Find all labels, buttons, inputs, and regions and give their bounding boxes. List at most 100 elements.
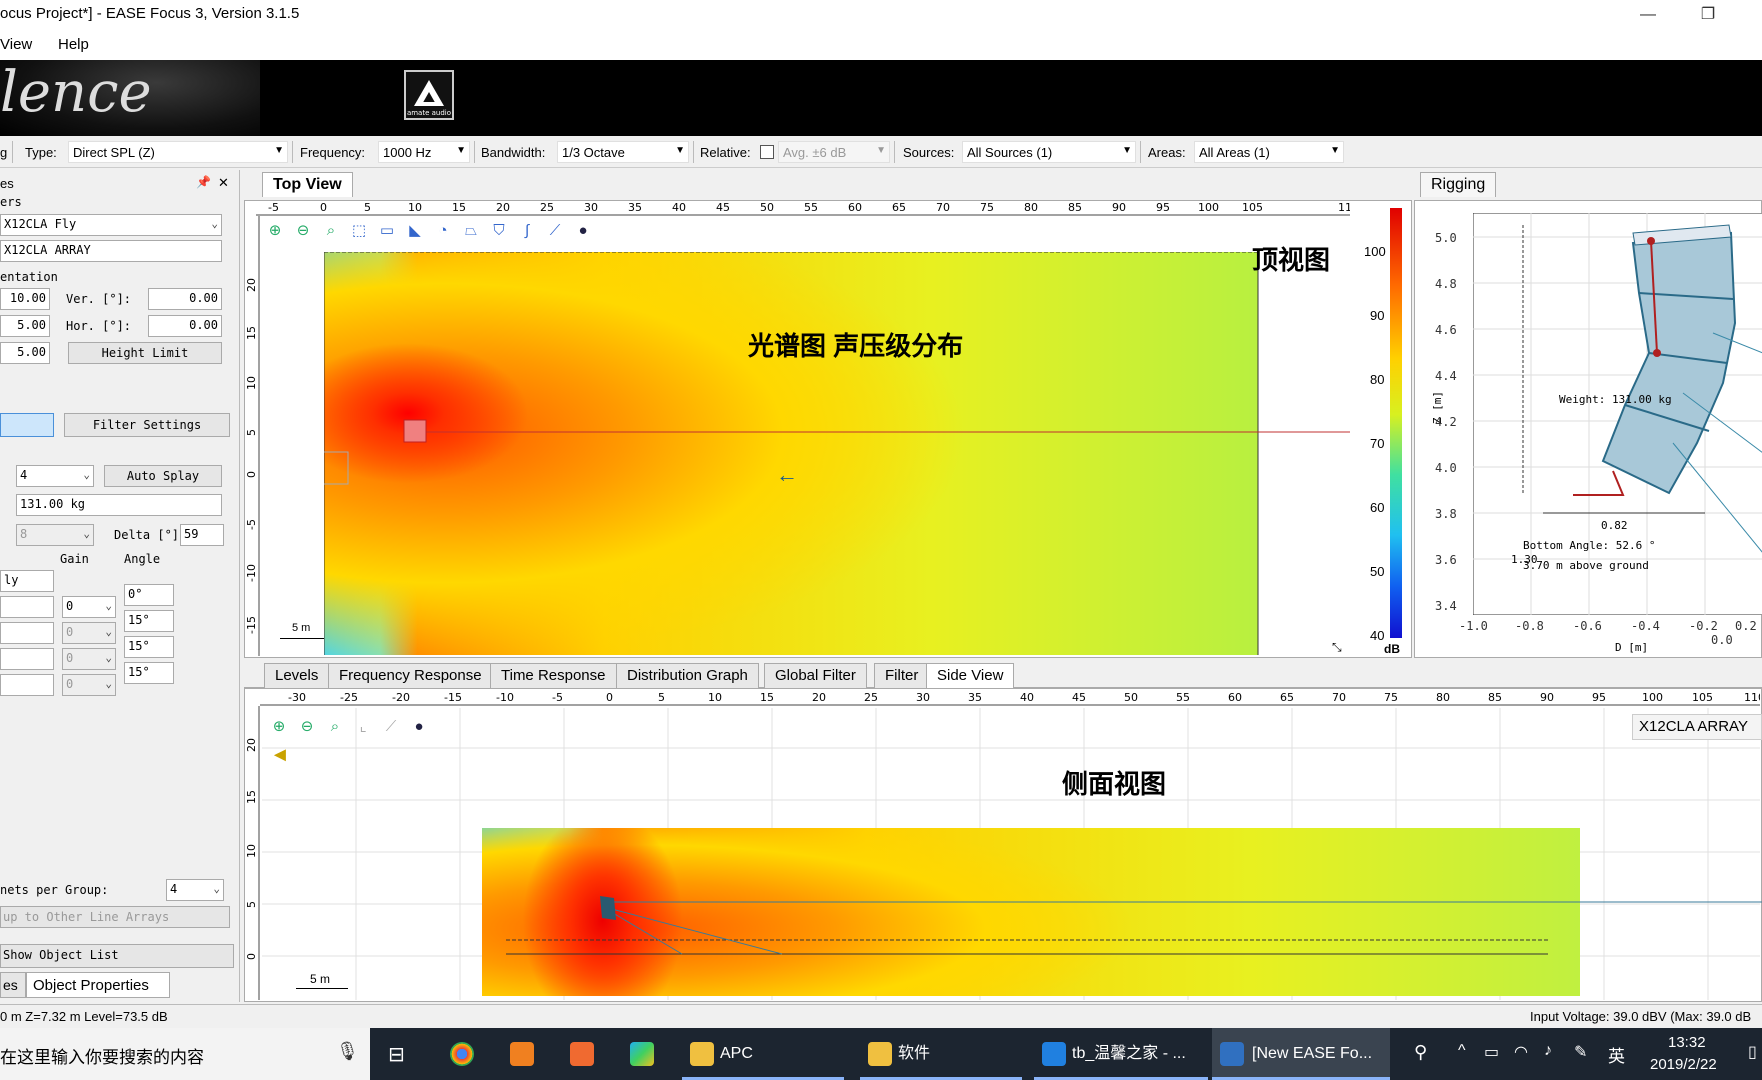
microphone-icon[interactable]: 🎙 (336, 1041, 359, 1062)
taskbar-search[interactable]: 在这里输入你要搜索的内容 🎙 (0, 1028, 370, 1080)
angle-input[interactable]: 0° (124, 584, 174, 606)
tab-filter[interactable]: Filter (874, 663, 930, 688)
gain-select[interactable]: 0 ⌄ (62, 648, 116, 670)
position-y-input[interactable]: 5.00 (0, 315, 50, 337)
tab-time-response[interactable]: Time Response (490, 663, 617, 688)
ruler-tool-icon[interactable]: ⟋ (544, 220, 566, 242)
frequency-select[interactable]: 1000 Hz ▼ (378, 141, 470, 163)
tab-side-view[interactable]: Side View (926, 663, 1015, 688)
gain-select[interactable]: 0 ⌄ (62, 596, 116, 618)
tab-object-properties[interactable]: Object Properties (26, 972, 170, 998)
cabinet-row[interactable] (0, 674, 54, 696)
measure-icon[interactable]: ⟋ (380, 716, 402, 738)
app-u-icon[interactable] (1042, 1042, 1066, 1066)
pen-icon[interactable]: ✎ (1574, 1042, 1587, 1062)
bandwidth-select[interactable]: 1/3 Octave ▼ (557, 141, 689, 163)
cabinet-row[interactable] (0, 596, 54, 618)
wifi-icon[interactable]: ◠ (1514, 1042, 1528, 1062)
delta-input[interactable]: 59 (180, 524, 224, 546)
zoom-in-icon[interactable]: ⊕ (264, 220, 286, 242)
gain-select[interactable]: 0 ⌄ (62, 674, 116, 696)
sources-select[interactable]: All Sources (1) ▼ (962, 141, 1136, 163)
taskbar-app-ease[interactable]: [New EASE Fo... (1252, 1028, 1372, 1080)
svg-text:-10: -10 (496, 691, 514, 704)
areas-select[interactable]: All Areas (1) ▼ (1194, 141, 1344, 163)
zoom-out-icon[interactable]: ⊖ (292, 220, 314, 242)
position-x-input[interactable]: 10.00 (0, 288, 50, 310)
curve-icon[interactable]: ∫ (516, 220, 538, 242)
people-icon[interactable]: ⚲ (1414, 1042, 1427, 1063)
zoom-in-icon[interactable]: ⊕ (268, 716, 290, 738)
restore-button[interactable]: ❐ (1688, 2, 1728, 28)
battery-icon[interactable]: ▭ (1484, 1042, 1499, 1062)
zoom-fit-icon[interactable]: ⌕ (324, 716, 346, 738)
arc-shape-icon[interactable]: ◔ (432, 220, 454, 242)
minimize-button[interactable]: — (1628, 2, 1668, 28)
zoom-fit-icon[interactable]: ⌕ (320, 220, 342, 242)
taskbar-app-tb[interactable]: tb_温馨之家 - ... (1072, 1028, 1186, 1080)
taskbar-app-apc[interactable]: APC (720, 1028, 753, 1080)
show-object-list-button[interactable]: Show Object List (0, 944, 234, 968)
filter-enable-toggle[interactable] (0, 413, 54, 437)
quarter-shape-icon[interactable]: ◣ (404, 220, 426, 242)
relative-select[interactable]: Avg. ±6 dB ▼ (778, 141, 890, 163)
hor-angle-input[interactable]: 0.00 (148, 315, 222, 337)
taskbar-date[interactable]: 2019/2/22 (1650, 1056, 1717, 1073)
tab-levels[interactable]: Levels (264, 663, 330, 688)
copy-to-other-arrays-button[interactable]: up to Other Line Arrays (0, 906, 230, 928)
close-icon[interactable]: ✕ (218, 175, 229, 191)
position-z-input[interactable]: 5.00 (0, 342, 50, 364)
angle-input[interactable]: 15° (124, 662, 174, 684)
ease-focus-icon[interactable] (1220, 1042, 1244, 1066)
tab-frequency-response[interactable]: Frequency Response (328, 663, 493, 688)
tab-global-filter[interactable]: Global Filter (764, 663, 867, 688)
corner-resize-icon[interactable]: ⤡ (1332, 640, 1342, 655)
tab-rigging[interactable]: Rigging (1420, 172, 1497, 197)
trapezoid-icon[interactable]: ⏢ (460, 220, 482, 242)
array-name-input[interactable]: X12CLA ARRAY (0, 240, 222, 262)
svg-text:10: 10 (245, 376, 258, 390)
tab-top-view[interactable]: Top View (262, 172, 353, 197)
folder-icon[interactable] (690, 1042, 714, 1066)
select-area-icon[interactable]: ⬚ (348, 220, 370, 242)
shield-shape-icon[interactable]: ⛉ (488, 220, 510, 242)
microphone-icon[interactable]: ● (408, 716, 430, 738)
media-player-icon[interactable] (630, 1042, 654, 1066)
ver-angle-input[interactable]: 0.00 (148, 288, 222, 310)
angle-input[interactable]: 15° (124, 610, 174, 632)
angle-input[interactable]: 15° (124, 636, 174, 658)
cabinet-count-select[interactable]: 4 ⌄ (16, 465, 94, 487)
gain-select[interactable]: 0 ⌄ (62, 622, 116, 644)
pin-icon[interactable]: 📌 (196, 175, 211, 189)
microphone-icon[interactable]: ● (572, 220, 594, 242)
app-orange-icon[interactable] (510, 1042, 534, 1066)
menu-view[interactable]: View (0, 36, 32, 53)
notification-icon[interactable]: ▯ (1748, 1042, 1757, 1062)
tab-distribution-graph[interactable]: Distribution Graph (616, 663, 759, 688)
cabinet-row[interactable] (0, 622, 54, 644)
auto-splay-button[interactable]: Auto Splay (104, 465, 222, 487)
chevron-up-icon[interactable]: ^ (1458, 1042, 1466, 1060)
graph-icon[interactable]: ⌞ (352, 716, 374, 738)
app-fox-icon[interactable] (570, 1042, 594, 1066)
volume-icon[interactable]: ♪ (1544, 1042, 1552, 1060)
cabinet-count-secondary-select[interactable]: 8 ⌄ (16, 524, 94, 546)
back-arrow-icon[interactable]: ◄ (270, 744, 290, 767)
filter-settings-button[interactable]: Filter Settings (64, 413, 230, 437)
task-view-icon[interactable]: ⊟ (388, 1042, 405, 1067)
menu-help[interactable]: Help (58, 36, 89, 53)
taskbar-time[interactable]: 13:32 (1668, 1034, 1706, 1051)
cabinets-per-group-select[interactable]: 4 ⌄ (166, 879, 224, 901)
chrome-icon[interactable] (450, 1042, 474, 1066)
zoom-out-icon[interactable]: ⊖ (296, 716, 318, 738)
model-select[interactable]: X12CLA Fly ⌄ (0, 214, 222, 236)
folder-icon[interactable] (868, 1042, 892, 1066)
rectangle-icon[interactable]: ▭ (376, 220, 398, 242)
relative-checkbox[interactable] (760, 145, 774, 159)
tab-partial[interactable]: es (0, 972, 26, 998)
ime-indicator[interactable]: 英 (1608, 1042, 1625, 1067)
height-limit-button[interactable]: Height Limit (68, 342, 222, 364)
type-select[interactable]: Direct SPL (Z) ▼ (68, 141, 288, 163)
taskbar-app-software[interactable]: 软件 (898, 1028, 930, 1080)
cabinet-row[interactable] (0, 648, 54, 670)
